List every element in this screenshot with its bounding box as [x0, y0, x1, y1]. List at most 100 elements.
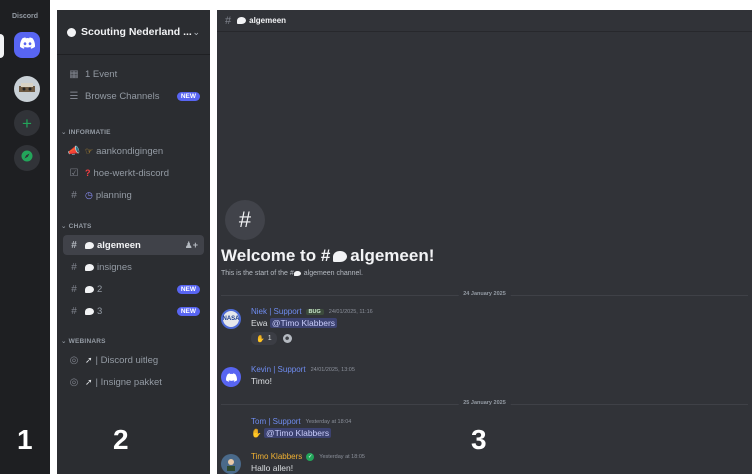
- speech-bubble-icon: [333, 251, 348, 263]
- welcome-title: Welcome to # algemeen!: [221, 246, 434, 266]
- verified-icon: ✓: [306, 452, 315, 461]
- channel-name: insignes: [97, 261, 132, 273]
- avatar[interactable]: [221, 367, 241, 387]
- channel-hoe-werkt-discord[interactable]: ☑ ? hoe-werkt-discord: [63, 163, 204, 183]
- rules-icon: ☑: [69, 167, 79, 179]
- pointing-hand-icon: ☞: [85, 145, 94, 156]
- add-reaction-icon[interactable]: ☻: [282, 334, 292, 343]
- channel-hash-icon: #: [225, 200, 265, 240]
- welcome-sub-channel: algemeen channel.: [303, 270, 363, 277]
- author-name[interactable]: Niek | Support: [251, 307, 302, 316]
- channel-planning[interactable]: # ◷ planning: [63, 185, 204, 205]
- reaction-clap[interactable]: ✋ 1: [251, 332, 277, 345]
- channel-name: | Insigne pakket: [95, 376, 162, 388]
- browse-channels-item[interactable]: ☰ Browse Channels NEW: [63, 86, 204, 106]
- speech-bubble-icon: [293, 270, 301, 276]
- chevron-down-icon: ⌄: [192, 26, 200, 37]
- new-badge: NEW: [176, 284, 200, 294]
- hash-icon: #: [71, 283, 77, 295]
- welcome-subtitle: This is the start of the # algemeen chann…: [221, 270, 363, 277]
- speech-bubble-icon: [85, 241, 94, 249]
- author-name[interactable]: Timo Klabbers: [251, 452, 302, 461]
- author-name[interactable]: Kevin | Support: [251, 365, 306, 374]
- message-text: Ewa @Timo Klabbers: [251, 318, 338, 328]
- channel-3[interactable]: # 3 NEW: [63, 301, 204, 321]
- rail-title: Discord: [11, 13, 39, 20]
- chat-area: # algemeen # Welcome to # algemeen! This …: [217, 10, 752, 474]
- avatar[interactable]: [221, 454, 241, 474]
- channel-insigne-pakket[interactable]: ◎ ➚ | Insigne pakket: [63, 372, 204, 392]
- clock-icon: ◷: [85, 189, 93, 200]
- stage-icon: ◎: [69, 354, 79, 366]
- scouting-server-icon: [18, 80, 36, 98]
- channel-2[interactable]: # 2 NEW: [63, 279, 204, 299]
- compass-icon: [21, 149, 33, 167]
- channel-discord-uitleg[interactable]: ◎ ➚ | Discord uitleg: [63, 350, 204, 370]
- channel-name: hoe-werkt-discord: [93, 167, 170, 179]
- pin-icon: ➚: [85, 376, 93, 387]
- server-header[interactable]: Scouting Nederland ... ⌄: [57, 10, 210, 55]
- explore-button[interactable]: [14, 145, 40, 171]
- discord-logo-icon: [19, 36, 35, 54]
- category-webinars[interactable]: ⌄ WEBINARS: [61, 337, 106, 345]
- section-number-3: 3: [471, 424, 487, 455]
- server-scouting[interactable]: [14, 76, 40, 102]
- new-badge: NEW: [176, 91, 200, 101]
- mention[interactable]: @Timo Klabbers: [269, 318, 338, 328]
- message-text: Timo!: [251, 376, 272, 386]
- events-item[interactable]: ▦ 1 Event: [63, 64, 204, 84]
- channel-name: algemeen: [97, 239, 141, 251]
- channel-insignes[interactable]: # insignes: [63, 257, 204, 277]
- pin-icon: ➚: [85, 354, 93, 365]
- message-header: Tom | Support Yesterday at 18:04: [251, 417, 351, 426]
- server-name: Scouting Nederland ...: [81, 26, 192, 38]
- question-mark-icon: ?: [85, 168, 91, 178]
- category-chats[interactable]: ⌄ CHATS: [61, 222, 92, 230]
- reaction-count: 1: [267, 335, 272, 342]
- channel-algemeen[interactable]: # algemeen ♟+: [63, 235, 204, 255]
- welcome-title-channel: algemeen!: [350, 246, 435, 265]
- divider-left: [50, 0, 57, 474]
- message-text: ✋ @Timo Klabbers: [251, 428, 332, 439]
- speech-bubble-icon: [85, 307, 94, 315]
- add-server-icon: +: [22, 113, 32, 133]
- server-badge-icon: [67, 27, 76, 37]
- channel-header: # algemeen: [217, 10, 752, 32]
- mention[interactable]: @Timo Klabbers: [263, 428, 332, 438]
- category-label: INFORMATIE: [68, 129, 111, 136]
- calendar-icon: ▦: [69, 68, 79, 80]
- message-header: Niek | Support BUG 24/01/2025, 11:16: [251, 307, 373, 316]
- browse-channels-icon: ☰: [69, 90, 79, 102]
- add-member-icon[interactable]: ♟+: [185, 240, 198, 251]
- home-button[interactable]: [14, 32, 40, 58]
- channel-aankondigingen[interactable]: 📣 ☞ aankondigingen: [63, 141, 204, 161]
- add-server-button[interactable]: +: [14, 110, 40, 136]
- welcome-title-text: Welcome to #: [221, 246, 331, 265]
- clap-emoji-icon: ✋: [256, 335, 265, 343]
- bug-tag: BUG: [305, 308, 324, 315]
- speech-bubble-icon: [237, 17, 247, 24]
- author-name[interactable]: Tom | Support: [251, 417, 301, 426]
- date-label: 25 January 2025: [458, 400, 511, 406]
- clap-emoji-icon: ✋: [251, 428, 262, 438]
- speech-bubble-icon: [85, 285, 94, 293]
- avatar[interactable]: NASA: [221, 309, 241, 329]
- events-label: 1 Event: [85, 68, 118, 80]
- section-number-1: 1: [17, 424, 33, 455]
- reactions: ✋ 1 ☻: [251, 332, 292, 345]
- channel-name: planning: [95, 189, 132, 201]
- message-text-pre: Ewa: [251, 318, 268, 328]
- timestamp: 24/01/2025, 13:05: [310, 366, 355, 373]
- category-label: WEBINARS: [68, 338, 106, 345]
- message-text: Hallo allen!: [251, 463, 294, 473]
- channel-header-name: algemeen: [249, 16, 287, 25]
- date-separator: 25 January 2025: [221, 400, 748, 406]
- category-chevron-icon: ⌄: [61, 129, 67, 136]
- channel-name: 3: [97, 305, 103, 317]
- hash-icon: #: [71, 305, 77, 317]
- category-informatie[interactable]: ⌄ INFORMATIE: [61, 128, 111, 136]
- hash-icon: #: [71, 189, 77, 201]
- divider-right: [210, 0, 217, 474]
- hash-icon: #: [71, 261, 77, 273]
- channel-sidebar: Scouting Nederland ... ⌄ ▦ 1 Event ☰ Bro…: [57, 10, 210, 474]
